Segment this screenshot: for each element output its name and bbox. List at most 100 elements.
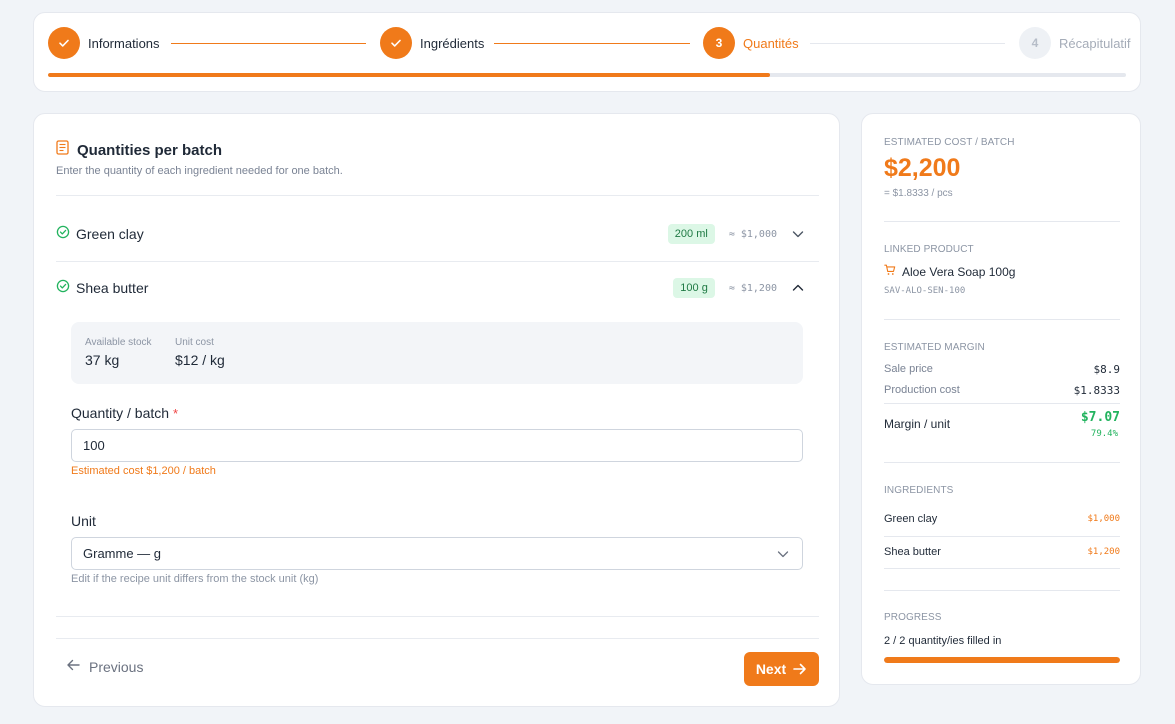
divider bbox=[884, 319, 1120, 320]
next-label: Next bbox=[755, 661, 787, 677]
previous-button[interactable]: Previous bbox=[66, 658, 143, 675]
available-stock-label: Available stock bbox=[85, 337, 152, 348]
divider bbox=[56, 261, 819, 262]
unit-label: Unit bbox=[71, 513, 96, 529]
summary-ingredient-row: Green clay $1,000 bbox=[884, 513, 1120, 525]
check-icon bbox=[380, 27, 412, 59]
divider bbox=[56, 616, 819, 617]
stepper: Informations Ingrédients 3 Quantités 4 R… bbox=[33, 12, 1141, 92]
divider bbox=[884, 590, 1120, 591]
unit-cost-label: Unit cost bbox=[175, 337, 214, 348]
approx-cost: ≈ $1,000 bbox=[728, 228, 777, 240]
divider bbox=[884, 536, 1120, 537]
cart-icon bbox=[884, 264, 896, 279]
quantity-label: Quantity / batch * bbox=[71, 405, 178, 421]
product-sku: SAV-ALO-SEN-100 bbox=[884, 286, 966, 296]
divider bbox=[884, 403, 1120, 404]
cost-per-piece: = $1.8333 / pcs bbox=[884, 188, 953, 199]
check-circle-icon bbox=[56, 279, 70, 298]
margin-unit-label: Margin / unit bbox=[884, 417, 951, 431]
production-cost-value: $1.8333 bbox=[1073, 384, 1120, 397]
step-ingredients[interactable]: Ingrédients bbox=[380, 27, 484, 59]
divider bbox=[884, 221, 1120, 222]
section-header: Quantities per batch bbox=[56, 140, 222, 160]
arrow-left-icon bbox=[66, 658, 81, 675]
step-connector bbox=[810, 43, 1005, 44]
chevron-up-icon[interactable] bbox=[791, 281, 805, 295]
divider bbox=[884, 462, 1120, 463]
summary-progress-fill bbox=[884, 657, 1120, 663]
step-label: Informations bbox=[88, 35, 160, 51]
sale-price-row: Sale price $8.9 bbox=[884, 363, 1120, 376]
page-subtitle: Enter the quantity of each ingredient ne… bbox=[56, 165, 343, 177]
quantity-input[interactable]: 100 bbox=[71, 429, 803, 462]
divider bbox=[884, 568, 1120, 569]
product-name: Aloe Vera Soap 100g bbox=[902, 264, 1016, 279]
divider bbox=[56, 638, 819, 639]
stepper-progress-bar bbox=[48, 73, 1126, 77]
estimated-cost: $2,200 bbox=[884, 154, 961, 182]
chevron-down-icon bbox=[776, 547, 790, 561]
quantity-label-text: Quantity / batch bbox=[71, 405, 170, 421]
step-label: Quantités bbox=[743, 35, 799, 51]
quantity-hint: Estimated cost $1,200 / batch bbox=[71, 465, 216, 477]
step-quantites[interactable]: 3 Quantités bbox=[703, 27, 799, 59]
stepper-progress-fill bbox=[48, 73, 771, 77]
unit-cost: Unit cost $12 / kg bbox=[175, 337, 225, 368]
ingredient-name: Green clay bbox=[76, 226, 144, 242]
required-mark: * bbox=[172, 406, 179, 421]
margin-unit-value: $7.07 bbox=[1080, 410, 1120, 425]
available-stock: Available stock 37 kg bbox=[85, 337, 152, 368]
quantity-badge: 200 ml bbox=[667, 224, 715, 244]
step-label: Récapitulatif bbox=[1059, 35, 1131, 51]
unit-cost-value: $12 / kg bbox=[175, 352, 225, 368]
step-connector bbox=[494, 43, 690, 44]
margin-percent: 79.4% bbox=[1090, 429, 1118, 439]
ingredient-row-shea-butter[interactable]: Shea butter 100 g ≈ $1,200 bbox=[56, 265, 819, 311]
previous-label: Previous bbox=[89, 658, 144, 675]
step-connector bbox=[171, 43, 366, 44]
ingredients-label: Ingredients bbox=[884, 485, 954, 496]
summary-ingredient-name: Green clay bbox=[884, 513, 938, 525]
sale-price-value: $8.9 bbox=[1093, 363, 1121, 376]
sale-price-label: Sale price bbox=[884, 363, 933, 375]
chevron-down-icon[interactable] bbox=[791, 227, 805, 241]
ingredient-name: Shea butter bbox=[76, 280, 149, 296]
linked-product-label: Linked product bbox=[884, 244, 974, 255]
summary-ingredient-cost: $1,000 bbox=[1087, 514, 1120, 524]
summary-ingredient-row: Shea butter $1,200 bbox=[884, 546, 1120, 558]
summary-ingredient-cost: $1,200 bbox=[1087, 547, 1120, 557]
available-stock-value: 37 kg bbox=[85, 352, 120, 368]
unit-hint: Edit if the recipe unit differs from the… bbox=[71, 573, 319, 585]
arrow-right-icon bbox=[792, 662, 807, 676]
margin-label: Estimated margin bbox=[884, 342, 985, 353]
production-cost-label: Production cost bbox=[884, 384, 960, 396]
step-number: 3 bbox=[703, 27, 735, 59]
step-label: Ingrédients bbox=[420, 35, 485, 51]
quantity-input-value: 100 bbox=[83, 438, 105, 453]
ingredient-row-green-clay[interactable]: Green clay 200 ml ≈ $1,000 bbox=[56, 211, 819, 257]
progress-text: 2 / 2 quantity/ies filled in bbox=[884, 635, 1002, 647]
quantity-badge: 100 g bbox=[673, 278, 715, 298]
check-circle-icon bbox=[56, 225, 70, 244]
ingredient-details: Available stock 37 kg Unit cost $12 / kg bbox=[71, 322, 803, 384]
margin-unit-row: Margin / unit $7.07 bbox=[884, 410, 1120, 431]
quantities-card: Quantities per batch Enter the quantity … bbox=[33, 113, 840, 707]
cost-label: Estimated cost / batch bbox=[884, 137, 1015, 148]
page-title: Quantities per batch bbox=[77, 141, 223, 159]
summary-progress-bar bbox=[884, 657, 1120, 663]
production-cost-row: Production cost $1.8333 bbox=[884, 384, 1120, 397]
linked-product[interactable]: Aloe Vera Soap 100g bbox=[884, 264, 1015, 279]
step-number: 4 bbox=[1019, 27, 1051, 59]
summary-panel: Estimated cost / batch $2,200 = $1.8333 … bbox=[861, 113, 1141, 685]
progress-label: Progress bbox=[884, 612, 942, 623]
list-icon bbox=[56, 140, 69, 160]
approx-cost: ≈ $1,200 bbox=[728, 282, 777, 294]
next-button[interactable]: Next bbox=[744, 652, 819, 686]
step-recapitulatif[interactable]: 4 Récapitulatif bbox=[1019, 27, 1131, 59]
step-informations[interactable]: Informations bbox=[48, 27, 160, 59]
unit-select[interactable]: Gramme — g bbox=[71, 537, 803, 570]
summary-ingredient-name: Shea butter bbox=[884, 546, 941, 558]
unit-select-value: Gramme — g bbox=[83, 546, 162, 561]
divider bbox=[56, 195, 819, 196]
